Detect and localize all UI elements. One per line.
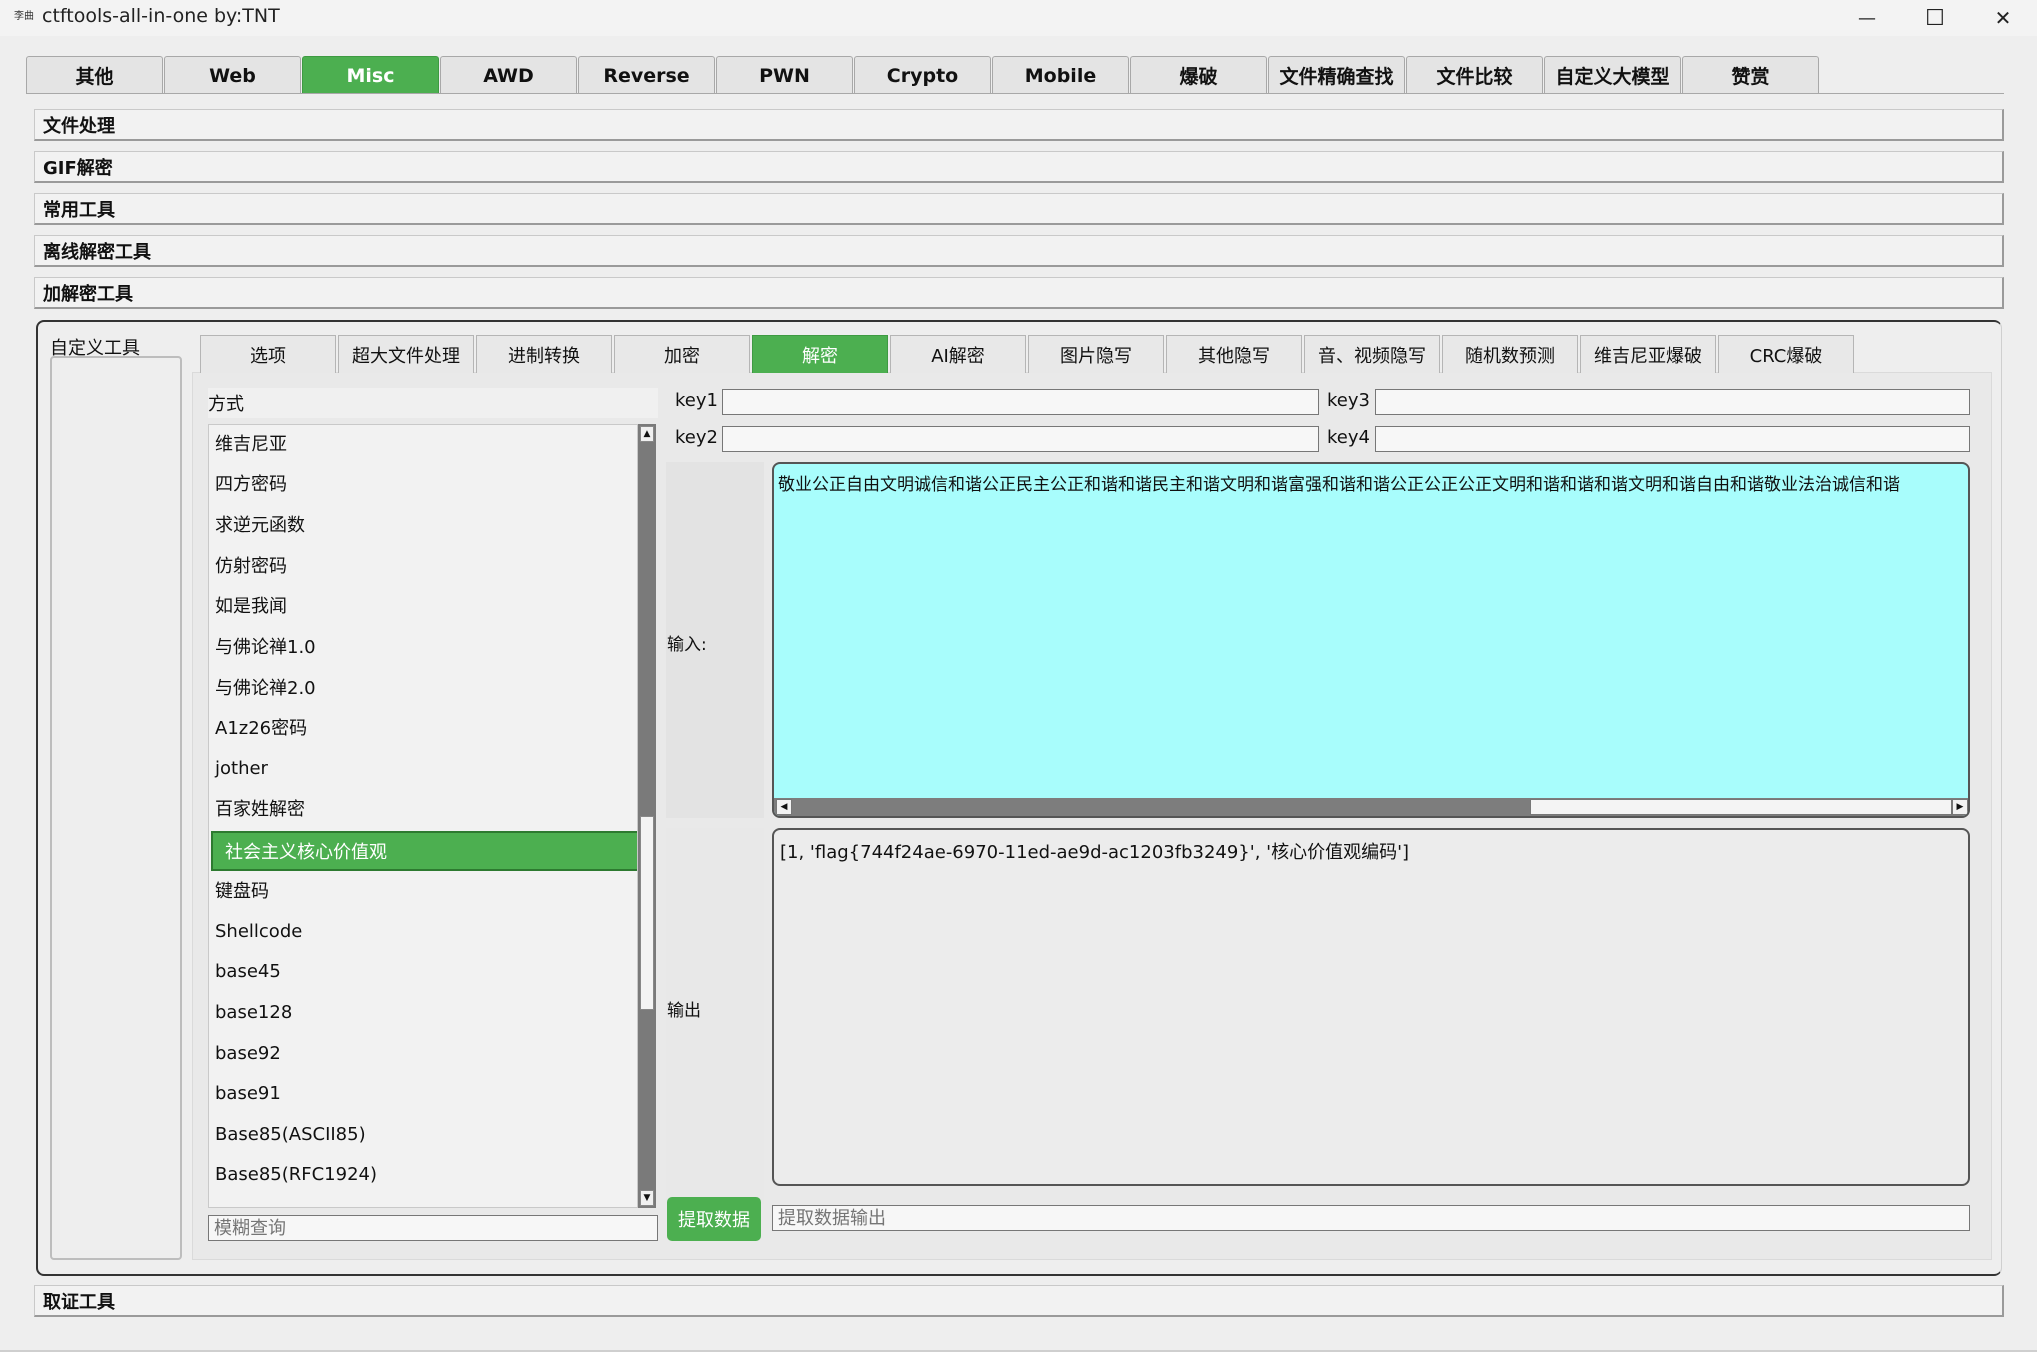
list-item[interactable]: 四方密码 — [209, 465, 637, 501]
section-forensics-tools[interactable]: 取证工具 — [34, 1285, 2004, 1317]
subtab-crc-brute[interactable]: CRC爆破 — [1718, 335, 1854, 373]
extract-output-field[interactable] — [772, 1205, 1970, 1231]
section-gif-decrypt[interactable]: GIF解密 — [34, 151, 2004, 183]
tab-misc[interactable]: Misc — [302, 56, 439, 94]
subtab-ai-decrypt[interactable]: AI解密 — [890, 335, 1026, 373]
tab-crypto[interactable]: Crypto — [854, 56, 991, 94]
section-encrypt-decrypt-tools[interactable]: 加解密工具 — [34, 277, 2004, 309]
list-item[interactable]: jother — [209, 750, 637, 786]
subtab-other-stego[interactable]: 其他隐写 — [1166, 335, 1302, 373]
tab-file-compare[interactable]: 文件比较 — [1406, 56, 1543, 94]
subtab-large-file[interactable]: 超大文件处理 — [338, 335, 474, 373]
section-offline-decrypt-tools[interactable]: 离线解密工具 — [34, 235, 2004, 267]
subtab-options[interactable]: 选项 — [200, 335, 336, 373]
key3-label: key3 — [1327, 390, 1370, 411]
title-bar — [0, 0, 2037, 36]
extract-data-button[interactable]: 提取数据 — [667, 1197, 761, 1241]
list-item[interactable]: Base85(RFC1924) — [209, 1156, 637, 1192]
list-item[interactable]: 键盘码 — [209, 872, 637, 908]
scroll-down-icon[interactable]: ▼ — [640, 1190, 654, 1206]
scroll-up-icon[interactable]: ▲ — [640, 426, 654, 442]
list-item[interactable]: 仿射密码 — [209, 547, 637, 583]
key2-label: key2 — [675, 427, 718, 448]
list-item[interactable]: A1z26密码 — [209, 709, 637, 745]
maximize-button[interactable]: ☐ — [1902, 0, 1968, 36]
scroll-right-icon[interactable]: ▶ — [1952, 799, 1968, 815]
subtab-vigenere-brute[interactable]: 维吉尼亚爆破 — [1580, 335, 1716, 373]
list-item[interactable]: 求逆元函数 — [209, 506, 637, 542]
list-item-selected[interactable]: 社会主义核心价值观 — [211, 831, 637, 871]
subtab-decrypt[interactable]: 解密 — [752, 335, 888, 373]
close-button[interactable]: ✕ — [1970, 0, 2036, 36]
key2-input[interactable] — [722, 426, 1319, 452]
close-icon: ✕ — [1994, 6, 2012, 30]
list-item[interactable]: 与佛论禅2.0 — [209, 669, 637, 705]
tab-mobile[interactable]: Mobile — [992, 56, 1129, 94]
maximize-icon: ☐ — [1925, 5, 1945, 31]
subtab-encrypt[interactable]: 加密 — [614, 335, 750, 373]
minimize-icon: — — [1858, 7, 1876, 29]
subtab-random-prediction[interactable]: 随机数预测 — [1442, 335, 1578, 373]
list-item[interactable]: 如是我闻 — [209, 587, 637, 623]
key1-input[interactable] — [722, 389, 1319, 415]
list-item[interactable]: base45 — [209, 953, 637, 989]
output-text: [1, 'flag{744f24ae-6970-11ed-ae9d-ac1203… — [780, 842, 1410, 863]
key4-input[interactable] — [1375, 426, 1970, 452]
list-item[interactable]: 维吉尼亚 — [209, 425, 637, 461]
tab-donate[interactable]: 赞赏 — [1682, 56, 1819, 94]
list-item[interactable]: base128 — [209, 994, 637, 1030]
app-icon: 李曲 — [14, 11, 34, 22]
list-item[interactable]: 百家姓解密 — [209, 790, 637, 826]
tab-pwn[interactable]: PWN — [716, 56, 853, 94]
tab-other[interactable]: 其他 — [26, 56, 163, 94]
list-item[interactable]: base91 — [209, 1075, 637, 1111]
list-item[interactable]: Shellcode — [209, 913, 637, 949]
subtab-audio-video-stego[interactable]: 音、视频隐写 — [1304, 335, 1440, 373]
method-list[interactable]: 维吉尼亚 四方密码 求逆元函数 仿射密码 如是我闻 与佛论禅1.0 与佛论禅2.… — [208, 424, 638, 1208]
input-text: 敬业公正自由文明诚信和谐公正民主公正和谐和谐民主和谐文明和谐富强和谐和谐公正公正… — [778, 475, 1900, 495]
tab-custom-llm[interactable]: 自定义大模型 — [1544, 56, 1681, 94]
output-textarea[interactable]: [1, 'flag{744f24ae-6970-11ed-ae9d-ac1203… — [772, 828, 1970, 1186]
subtab-image-stego[interactable]: 图片隐写 — [1028, 335, 1164, 373]
output-label: 输出 — [667, 1001, 701, 1021]
scrollbar-thumb[interactable] — [640, 816, 654, 1010]
window-title: ctftools-all-in-one by:TNT — [42, 5, 280, 27]
tab-bar-divider — [26, 93, 2004, 94]
list-item[interactable]: Base85(ASCII85) — [209, 1116, 637, 1152]
subtab-base-conversion[interactable]: 进制转换 — [476, 335, 612, 373]
method-label: 方式 — [208, 388, 658, 418]
key4-label: key4 — [1327, 427, 1370, 448]
list-item[interactable]: base92 — [209, 1035, 637, 1071]
tab-bruteforce[interactable]: 爆破 — [1130, 56, 1267, 94]
custom-tools-box — [50, 356, 182, 1260]
tab-awd[interactable]: AWD — [440, 56, 577, 94]
tab-reverse[interactable]: Reverse — [578, 56, 715, 94]
key1-label: key1 — [675, 390, 718, 411]
fuzzy-search-input[interactable] — [208, 1215, 658, 1241]
scroll-left-icon[interactable]: ◀ — [776, 799, 792, 815]
minimize-button[interactable]: — — [1834, 0, 1900, 36]
input-label: 输入: — [667, 635, 707, 655]
custom-tools-label: 自定义工具 — [50, 338, 140, 359]
tab-web[interactable]: Web — [164, 56, 301, 94]
input-textarea[interactable]: 敬业公正自由文明诚信和谐公正民主公正和谐和谐民主和谐文明和谐富强和谐和谐公正公正… — [772, 462, 1970, 818]
scrollbar-thumb[interactable] — [1530, 799, 1952, 815]
list-item[interactable]: 与佛论禅1.0 — [209, 628, 637, 664]
section-common-tools[interactable]: 常用工具 — [34, 193, 2004, 225]
key3-input[interactable] — [1375, 389, 1970, 415]
tab-file-exact-search[interactable]: 文件精确查找 — [1268, 56, 1405, 94]
section-file-processing[interactable]: 文件处理 — [34, 109, 2004, 141]
